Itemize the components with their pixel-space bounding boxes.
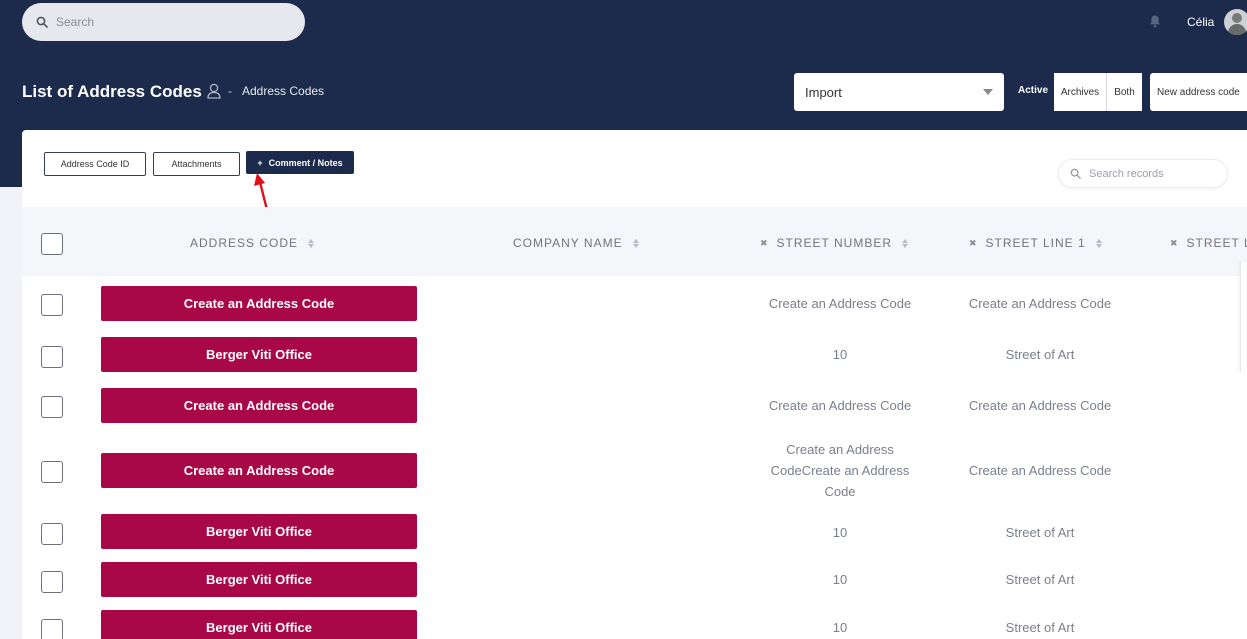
chevron-down-icon — [983, 89, 993, 95]
user-name[interactable]: Célia — [1187, 15, 1214, 29]
remove-icon[interactable]: ✖ — [1170, 238, 1179, 249]
header-street-number[interactable]: ✖ STREET NUMBER — [760, 236, 909, 250]
toggle-comment-notes-label: Comment / Notes — [268, 157, 343, 168]
address-code-button[interactable]: Berger Viti Office — [101, 337, 417, 372]
toggle-attachments-button[interactable]: Attachments — [153, 152, 240, 176]
breadcrumb-separator: - — [228, 84, 232, 98]
header-street-line-1[interactable]: ✖ STREET LINE 1 — [969, 236, 1102, 250]
header-company-name[interactable]: COMPANY NAME — [513, 236, 639, 250]
bell-icon[interactable] — [1148, 14, 1162, 28]
import-select-value: Import — [805, 84, 842, 100]
sort-icon[interactable] — [308, 238, 315, 248]
plus-icon: + — [257, 157, 263, 168]
header-street-line-2[interactable]: ✖ STREET LI — [1170, 236, 1247, 250]
street-line-1-cell: Street of Art — [1005, 572, 1075, 587]
street-line-1-cell: Street of Art — [1005, 620, 1075, 635]
new-address-code-button[interactable]: New address code — [1150, 73, 1247, 111]
search-icon — [36, 16, 48, 28]
remove-icon[interactable]: ✖ — [969, 238, 978, 249]
header-street-line-2-label: STREET LI — [1186, 236, 1247, 250]
address-code-button[interactable]: Create an Address Code — [101, 388, 417, 423]
import-select[interactable]: Import — [794, 73, 1004, 111]
page-title: List of Address Codes — [22, 82, 202, 101]
filter-both-button[interactable]: Both — [1107, 73, 1142, 111]
row-checkbox[interactable] — [41, 396, 63, 418]
row-checkbox[interactable] — [41, 294, 63, 316]
sort-icon[interactable] — [1095, 238, 1102, 248]
filter-archives-button[interactable]: Archives — [1054, 73, 1107, 111]
street-number-cell: 10 — [832, 525, 848, 540]
side-panel-edge — [1240, 262, 1247, 372]
row-checkbox[interactable] — [41, 346, 63, 368]
sort-icon[interactable] — [632, 238, 639, 248]
breadcrumb-current[interactable]: Address Codes — [242, 84, 324, 98]
global-search[interactable] — [22, 3, 305, 41]
street-number-cell: Create an Address Code — [768, 296, 912, 311]
street-line-1-cell: Street of Art — [1005, 347, 1075, 362]
filter-active[interactable]: Active — [1018, 85, 1048, 96]
street-line-1-cell: Street of Art — [1005, 525, 1075, 540]
row-checkbox[interactable] — [41, 523, 63, 545]
header-address-code[interactable]: ADDRESS CODE — [190, 236, 315, 250]
address-code-button[interactable]: Create an Address Code — [101, 286, 417, 321]
search-input[interactable] — [56, 15, 276, 29]
header-address-code-label: ADDRESS CODE — [190, 236, 299, 250]
header-street-number-label: STREET NUMBER — [776, 236, 893, 250]
toggle-address-code-id-button[interactable]: Address Code ID — [44, 152, 146, 176]
address-code-button[interactable]: Create an Address Code — [101, 453, 417, 488]
address-code-button[interactable]: Berger Viti Office — [101, 562, 417, 597]
street-line-1-cell: Create an Address Code — [968, 463, 1112, 478]
header-company-name-label: COMPANY NAME — [513, 236, 623, 250]
search-icon — [1070, 168, 1081, 179]
street-number-cell: 10 — [832, 572, 848, 587]
row-checkbox[interactable] — [41, 461, 63, 483]
street-number-cell: Create an Address CodeCreate an Address … — [770, 442, 910, 499]
user-icon — [207, 83, 221, 99]
street-line-1-cell: Create an Address Code — [968, 296, 1112, 311]
toggle-comment-notes-button[interactable]: + Comment / Notes — [246, 151, 354, 174]
records-search-input[interactable] — [1089, 167, 1219, 180]
street-number-cell: 10 — [832, 620, 848, 635]
street-line-1-cell: Create an Address Code — [968, 398, 1112, 413]
sort-icon[interactable] — [902, 238, 909, 248]
row-checkbox[interactable] — [41, 571, 63, 593]
records-search[interactable] — [1058, 159, 1228, 188]
address-code-button[interactable]: Berger Viti Office — [101, 610, 417, 639]
remove-icon[interactable]: ✖ — [760, 238, 769, 249]
avatar[interactable] — [1224, 9, 1247, 35]
address-code-button[interactable]: Berger Viti Office — [101, 514, 417, 549]
street-number-cell: Create an Address Code — [768, 398, 912, 413]
header-street-line-1-label: STREET LINE 1 — [985, 236, 1086, 250]
select-all-checkbox[interactable] — [41, 233, 63, 255]
street-number-cell: 10 — [832, 347, 848, 362]
row-checkbox[interactable] — [41, 619, 63, 639]
